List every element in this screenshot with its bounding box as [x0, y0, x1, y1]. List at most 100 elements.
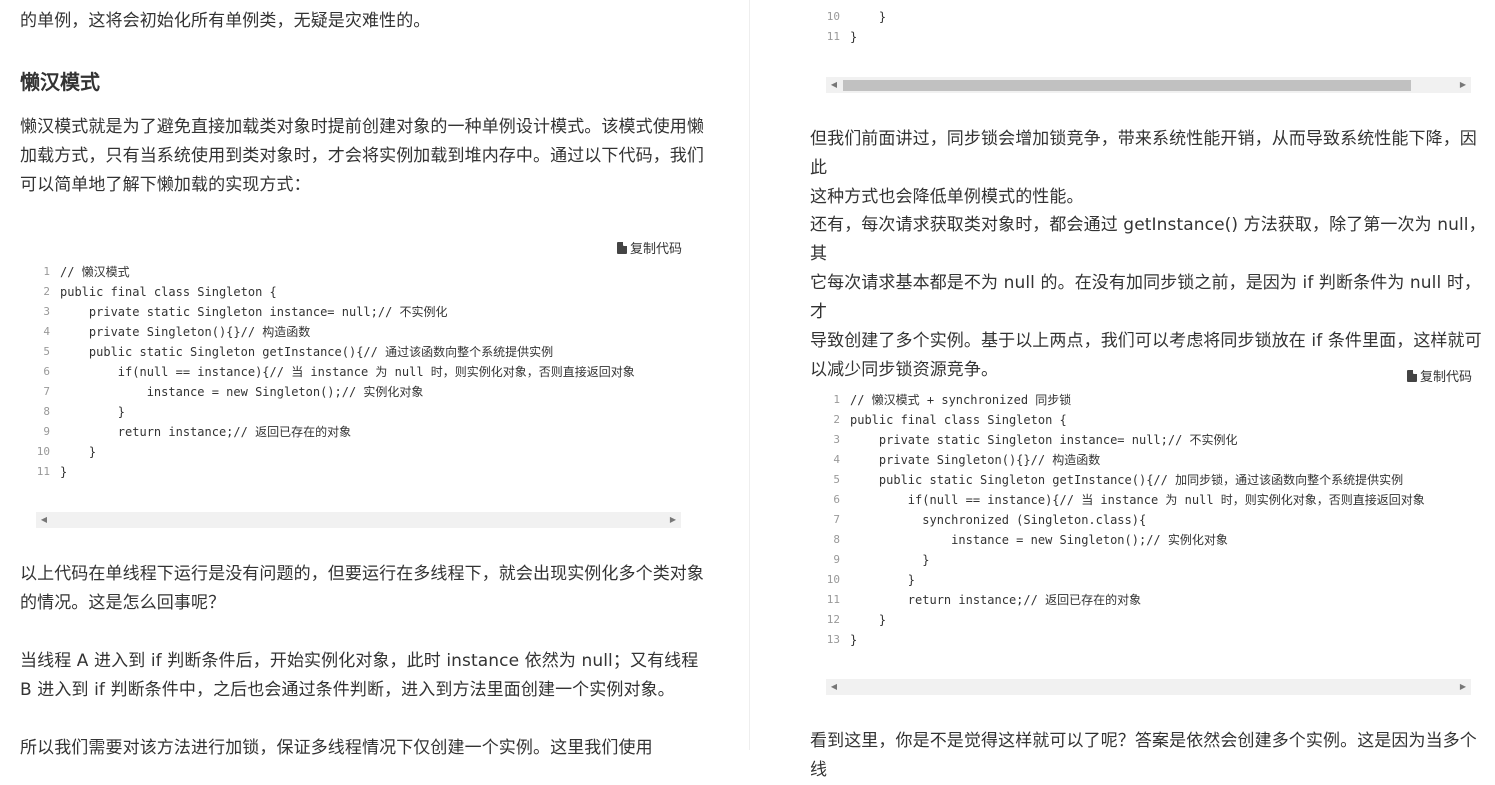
copy-code-button[interactable]: 复制代码 [1407, 366, 1472, 385]
line-number: 13 [826, 633, 840, 646]
code-text: } [850, 573, 916, 587]
line-number: 4 [43, 325, 50, 338]
code-line: 12 } [810, 610, 1425, 630]
line-number: 9 [833, 553, 840, 566]
code-line: 2 public final class Singleton { [810, 410, 1425, 430]
line-number: 6 [43, 365, 50, 378]
line-number: 10 [826, 10, 840, 23]
code-block-tail: 10 } 11} [810, 7, 886, 47]
code-line: 10 } [20, 442, 635, 462]
code-line: 3 private static Singleton instance= nul… [20, 302, 635, 322]
code-block-lazy: 1 // 懒汉模式 2 public final class Singleton { 3… [20, 262, 635, 482]
scroll-right-icon[interactable]: ▶ [1455, 77, 1471, 93]
paragraph-line: 的情况。这是怎么回事呢？ [20, 593, 226, 613]
line-number: 5 [43, 345, 50, 358]
code-text: } [850, 633, 858, 647]
code-text: private static Singleton instance= null;… [60, 305, 448, 319]
line-number: 6 [833, 493, 840, 506]
code-text: } [850, 10, 887, 24]
paragraph-line: 加载方式，只有当系统使用到类对象时，才会将实例加载到堆内存中。通过以下代码，我们 [20, 146, 704, 166]
line-number: 10 [826, 573, 840, 586]
line-number: 11 [826, 593, 840, 606]
code-text: } [850, 30, 858, 44]
code-line: 1 // 懒汉模式 [20, 262, 635, 282]
scroll-left-icon[interactable]: ◀ [36, 512, 52, 528]
code-line: 4 private Singleton(){}// 构造函数 [20, 322, 635, 342]
code-text: if(null == instance){// 当 instance 为 nul… [60, 365, 635, 379]
line-number: 9 [43, 425, 50, 438]
line-number: 7 [43, 385, 50, 398]
code-text: public static Singleton getInstance(){//… [60, 345, 554, 359]
code-line: 13} [810, 630, 1425, 650]
line-number: 12 [826, 613, 840, 626]
code-line: 11} [810, 27, 886, 47]
line-number: 7 [833, 513, 840, 526]
code-line: 7 synchronized (Singleton.class){ [810, 510, 1425, 530]
paragraph-line: 它每次请求基本都是不为 null 的。在没有加同步锁之前，是因为 if 判断条件… [810, 273, 1482, 322]
line-number: 1 [43, 265, 50, 278]
code-text: private Singleton(){}// 构造函数 [60, 325, 311, 339]
copy-code-label: 复制代码 [630, 242, 683, 257]
paragraph-line: 这种方式也会降低单例模式的性能。 [810, 187, 1084, 207]
paragraph-multithread: 以上代码在单线程下运行是没有问题的，但要运行在多线程下，就会出现实例化多个类对象… [20, 560, 704, 618]
paragraph-top: 的单例，这将会初始化所有单例类，无疑是灾难性的。 [20, 11, 431, 31]
paragraph-lock-cost: 但我们前面讲过，同步锁会增加锁竞争，带来系统性能开销，从而导致系统性能下降，因此… [810, 125, 1490, 212]
code-text: private static Singleton instance= null;… [850, 433, 1238, 447]
copy-icon [617, 241, 627, 254]
code-text: } [60, 465, 68, 479]
code-text: public final class Singleton { [850, 413, 1067, 427]
code-line: 10 } [810, 570, 1425, 590]
code-horizontal-scrollbar[interactable]: ◀ ▶ [826, 77, 1471, 93]
paragraph-line: 还有，每次请求获取类对象时，都会通过 getInstance() 方法获取，除了… [810, 215, 1486, 264]
code-text: public final class Singleton { [60, 285, 277, 299]
code-line: 11 return instance;// 返回已存在的对象 [810, 590, 1425, 610]
code-text: // 懒汉模式 [60, 265, 130, 279]
code-text: synchronized (Singleton.class){ [850, 513, 1147, 527]
line-number: 4 [833, 453, 840, 466]
paragraph-line: B 进入到 if 判断条件中，之后也会通过条件判断，进入到方法里面创建一个实例对… [20, 680, 675, 700]
scrollbar-thumb[interactable] [843, 80, 1411, 91]
code-horizontal-scrollbar[interactable]: ◀ ▶ [36, 512, 681, 528]
scroll-right-icon[interactable]: ▶ [665, 512, 681, 528]
code-text: return instance;// 返回已存在的对象 [60, 425, 352, 439]
scroll-right-icon[interactable]: ▶ [1455, 679, 1471, 695]
paragraph-line: 懒汉模式就是为了避免直接加载类对象时提前创建对象的一种单例设计模式。该模式使用懒 [20, 117, 704, 137]
code-line: 5 public static Singleton getInstance(){… [810, 470, 1425, 490]
line-number: 11 [826, 30, 840, 43]
paragraph-line: 但我们前面讲过，同步锁会增加锁竞争，带来系统性能开销，从而导致系统性能下降，因此 [810, 129, 1477, 178]
code-text: if(null == instance){// 当 instance 为 nul… [850, 493, 1425, 507]
code-block-synchronized: 1 // 懒汉模式 + synchronized 同步锁 2 public final… [810, 390, 1425, 650]
code-horizontal-scrollbar[interactable]: ◀ ▶ [826, 679, 1471, 695]
code-text: instance = new Singleton();// 实例化对象 [60, 385, 424, 399]
code-text: } [850, 613, 887, 627]
line-number: 8 [833, 533, 840, 546]
paragraph-getinstance: 还有，每次请求获取类对象时，都会通过 getInstance() 方法获取，除了… [810, 211, 1490, 385]
paragraph-line: 以减少同步锁资源竞争。 [810, 360, 999, 380]
line-number: 1 [833, 393, 840, 406]
code-line: 8 instance = new Singleton();// 实例化对象 [810, 530, 1425, 550]
code-line: 4 private Singleton(){}// 构造函数 [810, 450, 1425, 470]
copy-code-button[interactable]: 复制代码 [617, 238, 682, 257]
line-number: 2 [43, 285, 50, 298]
paragraph-bottom: 看到这里，你是不是觉得这样就可以了呢？答案是依然会创建多个实例。这是因为当多个线 [810, 731, 1477, 780]
code-line: 9 } [810, 550, 1425, 570]
paragraph-bottom: 所以我们需要对该方法进行加锁，保证多线程情况下仅创建一个实例。这里我们使用 [20, 738, 653, 758]
column-divider [749, 0, 750, 750]
code-line: 11} [20, 462, 635, 482]
line-number: 2 [833, 413, 840, 426]
code-text: } [850, 553, 930, 567]
code-line: 6 if(null == instance){// 当 instance 为 n… [810, 490, 1425, 510]
code-line: 8 } [20, 402, 635, 422]
code-line: 2 public final class Singleton { [20, 282, 635, 302]
code-text: // 懒汉模式 + synchronized 同步锁 [850, 393, 1072, 407]
paragraph-line: 可以简单地了解下懒加载的实现方式： [20, 175, 311, 195]
code-line: 9 return instance;// 返回已存在的对象 [20, 422, 635, 442]
scroll-left-icon[interactable]: ◀ [826, 679, 842, 695]
line-number: 5 [833, 473, 840, 486]
code-line: 7 instance = new Singleton();// 实例化对象 [20, 382, 635, 402]
copy-code-label: 复制代码 [1420, 370, 1473, 385]
scroll-left-icon[interactable]: ◀ [826, 77, 842, 93]
code-text: private Singleton(){}// 构造函数 [850, 453, 1101, 467]
code-line: 3 private static Singleton instance= nul… [810, 430, 1425, 450]
code-text: return instance;// 返回已存在的对象 [850, 593, 1142, 607]
